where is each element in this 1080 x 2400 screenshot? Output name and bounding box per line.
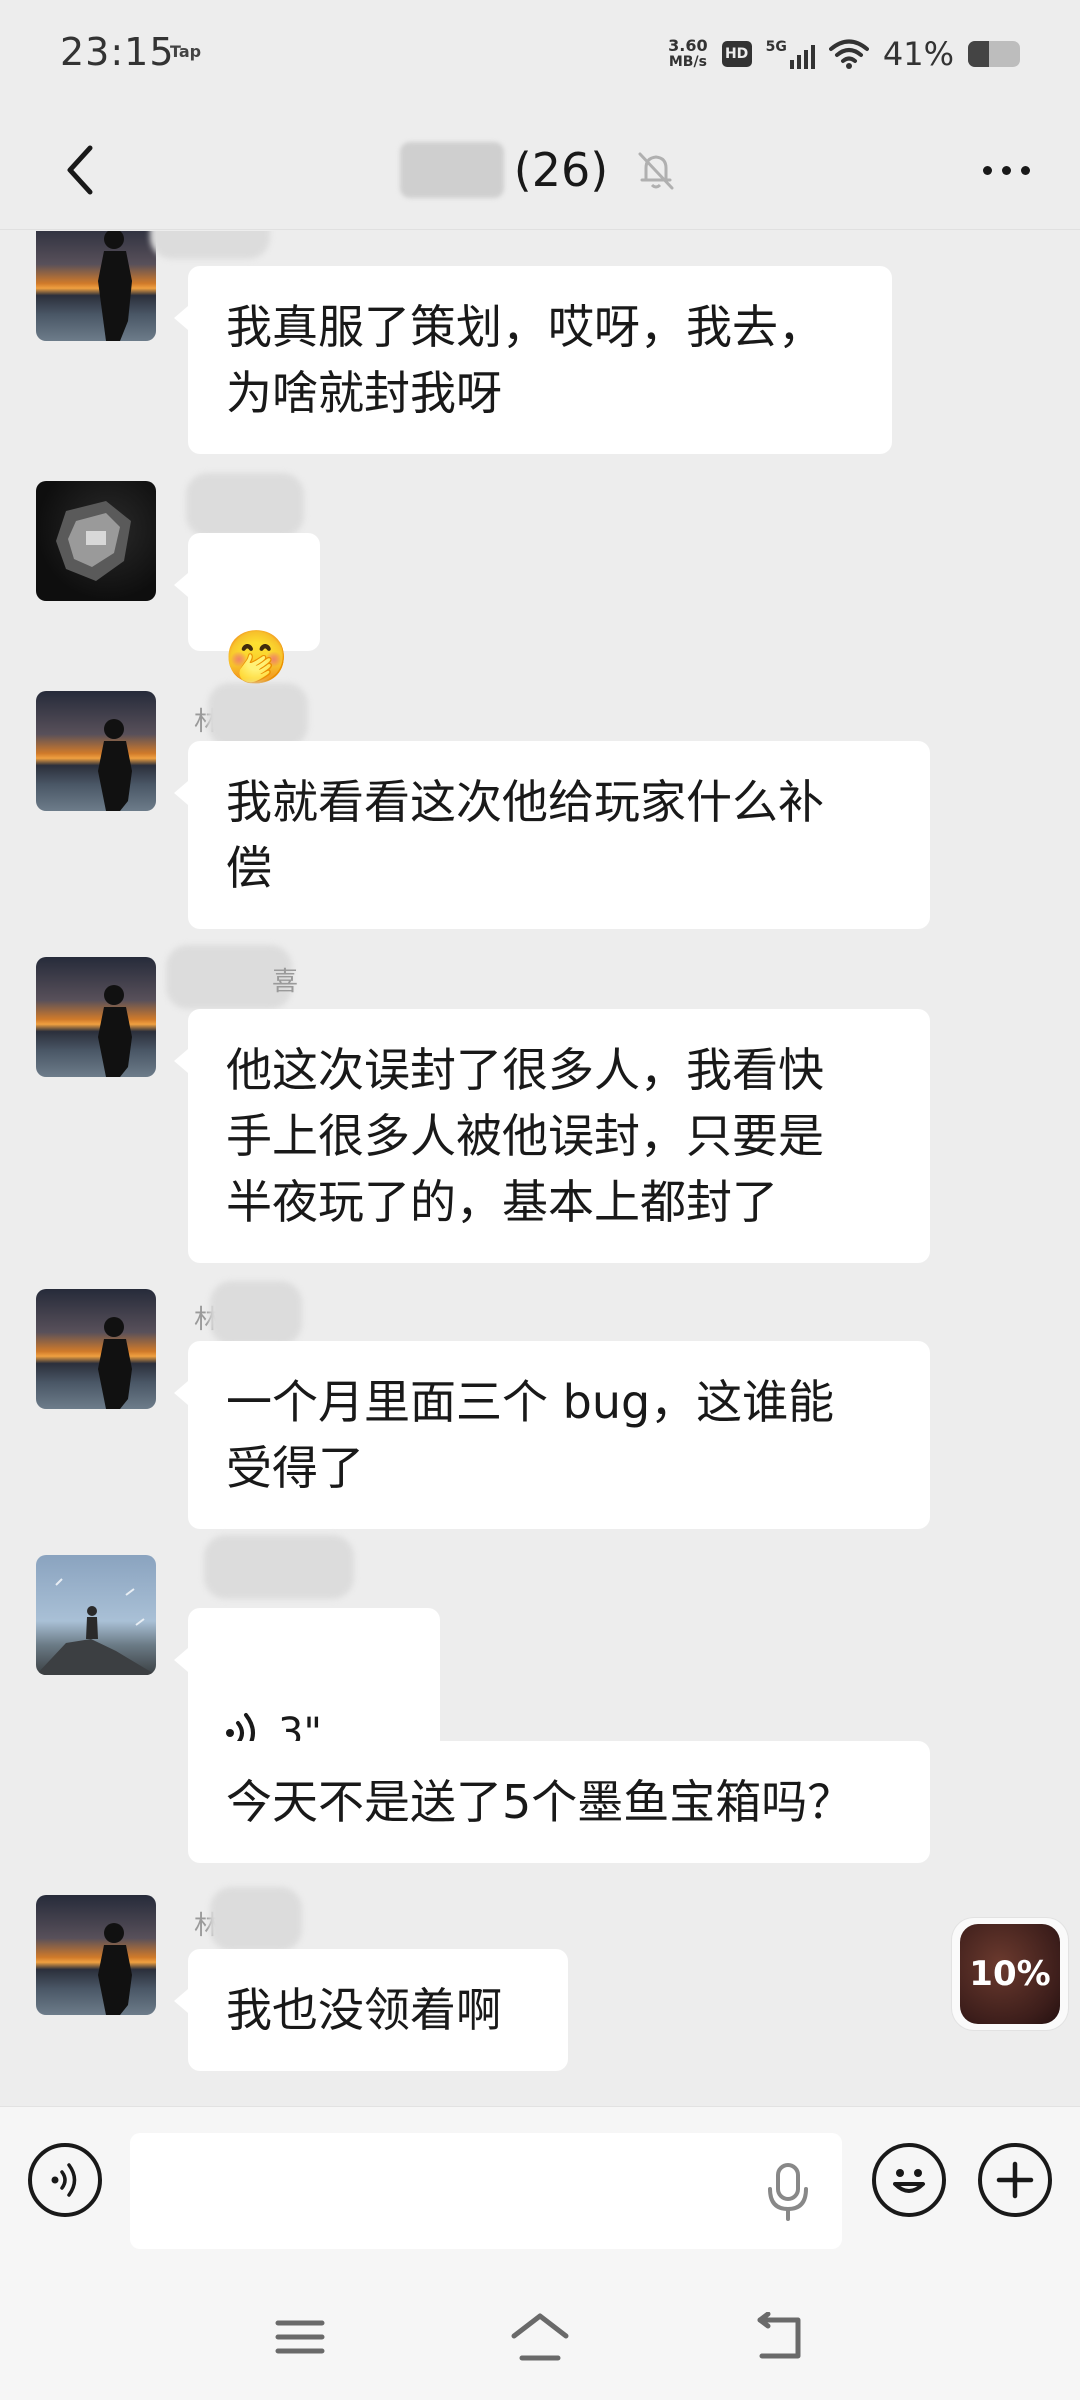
avatar[interactable] [36, 481, 156, 601]
avatar[interactable] [36, 231, 156, 341]
message-bubble[interactable]: 一个月里面三个 bug，这谁能 受得了 [174, 1341, 930, 1529]
more-dots-icon [982, 165, 992, 175]
plus-circle-icon [996, 2161, 1034, 2199]
status-bar: 23:15 Tap 3.60 MB/s HD 5G 41% [0, 0, 1080, 110]
message-bubble[interactable]: 他这次误封了很多人，我看快 手上很多人被他误封，只要是 半夜玩了的，基本上都封了 [174, 1009, 930, 1263]
blurred-group-name [399, 142, 504, 198]
voice-input-toggle-button[interactable] [28, 2143, 102, 2217]
sender-name-fragment: 喜 [272, 967, 299, 997]
system-navigation-bar [0, 2272, 1080, 2400]
silhouette-icon [98, 985, 132, 1077]
message-bubble[interactable]: 我真服了策划，哎呀，我去， 为啥就封我呀 [174, 266, 892, 454]
smiley-icon [893, 2169, 925, 2193]
silhouette-icon [98, 1923, 132, 2015]
home-icon [511, 2313, 569, 2361]
tap-label: Tap [170, 42, 202, 61]
signal-bar [789, 60, 794, 69]
figure-on-cliff-icon [36, 1578, 156, 1675]
blurred-sender-name [208, 683, 308, 747]
member-count: (26) [513, 143, 609, 197]
blurred-sender-name [204, 1535, 354, 1599]
avatar[interactable] [36, 691, 156, 811]
message-bubble[interactable]: 我就看看这次他给玩家什么补 偿 [174, 741, 930, 929]
net-speed-value: 3.60 [668, 36, 708, 55]
bell-off-icon [638, 152, 674, 190]
chat-title[interactable]: (26) [0, 110, 1080, 230]
silhouette-icon [98, 719, 132, 811]
message-list[interactable]: 我真服了策划，哎呀，我去， 为啥就封我呀 🤭 林 我就看看这次他给玩家什么补 偿… [0, 231, 1080, 2106]
silhouette-icon [98, 1317, 132, 1409]
plus-button[interactable] [978, 2143, 1052, 2217]
avatar[interactable] [36, 1555, 156, 1675]
floating-task-widget[interactable]: 10% [952, 1918, 1068, 2030]
signal-bar [803, 50, 808, 69]
blurred-sender-name [210, 1281, 302, 1345]
robot-icon [56, 501, 131, 581]
net-speed-unit: MB/s [668, 54, 707, 70]
signal-bar [810, 45, 815, 69]
back-arrow-icon [757, 2312, 801, 2359]
message-bubble[interactable]: 我也没领着啊 [174, 1949, 568, 2071]
avatar[interactable] [36, 1895, 156, 2015]
cellular-signal-icon: 5G [766, 39, 815, 69]
menu-button[interactable] [260, 2302, 340, 2372]
avatar[interactable] [36, 957, 156, 1077]
microphone-icon[interactable] [760, 2159, 816, 2223]
message-bubble[interactable]: 今天不是送了5个墨鱼宝箱吗？ [188, 1741, 930, 1863]
network-type-label: 5G [765, 39, 787, 55]
signal-bar [796, 55, 801, 69]
voice-wave-icon [51, 2163, 77, 2197]
emoji-button[interactable] [872, 2143, 946, 2217]
message-input[interactable] [130, 2133, 842, 2249]
more-dots-icon [1001, 165, 1011, 175]
face-hand-over-mouth-icon: 🤭 [224, 628, 289, 688]
battery-percent: 41% [882, 35, 954, 73]
task-progress: 10% [960, 1924, 1060, 2024]
hd-icon: HD [721, 41, 752, 67]
system-back-button[interactable] [740, 2302, 820, 2372]
more-button[interactable] [966, 140, 1046, 200]
network-speed: 3.60 MB/s [668, 37, 707, 71]
emoji-message-bubble[interactable]: 🤭 [174, 533, 320, 688]
battery-level [968, 41, 990, 67]
status-time: 23:15 [60, 30, 175, 74]
status-indicators: 3.60 MB/s HD 5G 41% [668, 32, 1020, 76]
avatar[interactable] [36, 1289, 156, 1409]
wifi-icon [828, 39, 869, 69]
input-bar [0, 2106, 1080, 2272]
more-dots-icon [1020, 165, 1030, 175]
blurred-sender-name [210, 1887, 302, 1951]
blurred-sender-name [186, 473, 304, 537]
blurred-sender-name [150, 231, 270, 259]
silhouette-icon [98, 231, 132, 341]
battery-icon [968, 41, 1020, 67]
chat-header: (26) [0, 110, 1080, 230]
home-button[interactable] [500, 2302, 580, 2372]
menu-lines-icon [275, 2320, 325, 2354]
